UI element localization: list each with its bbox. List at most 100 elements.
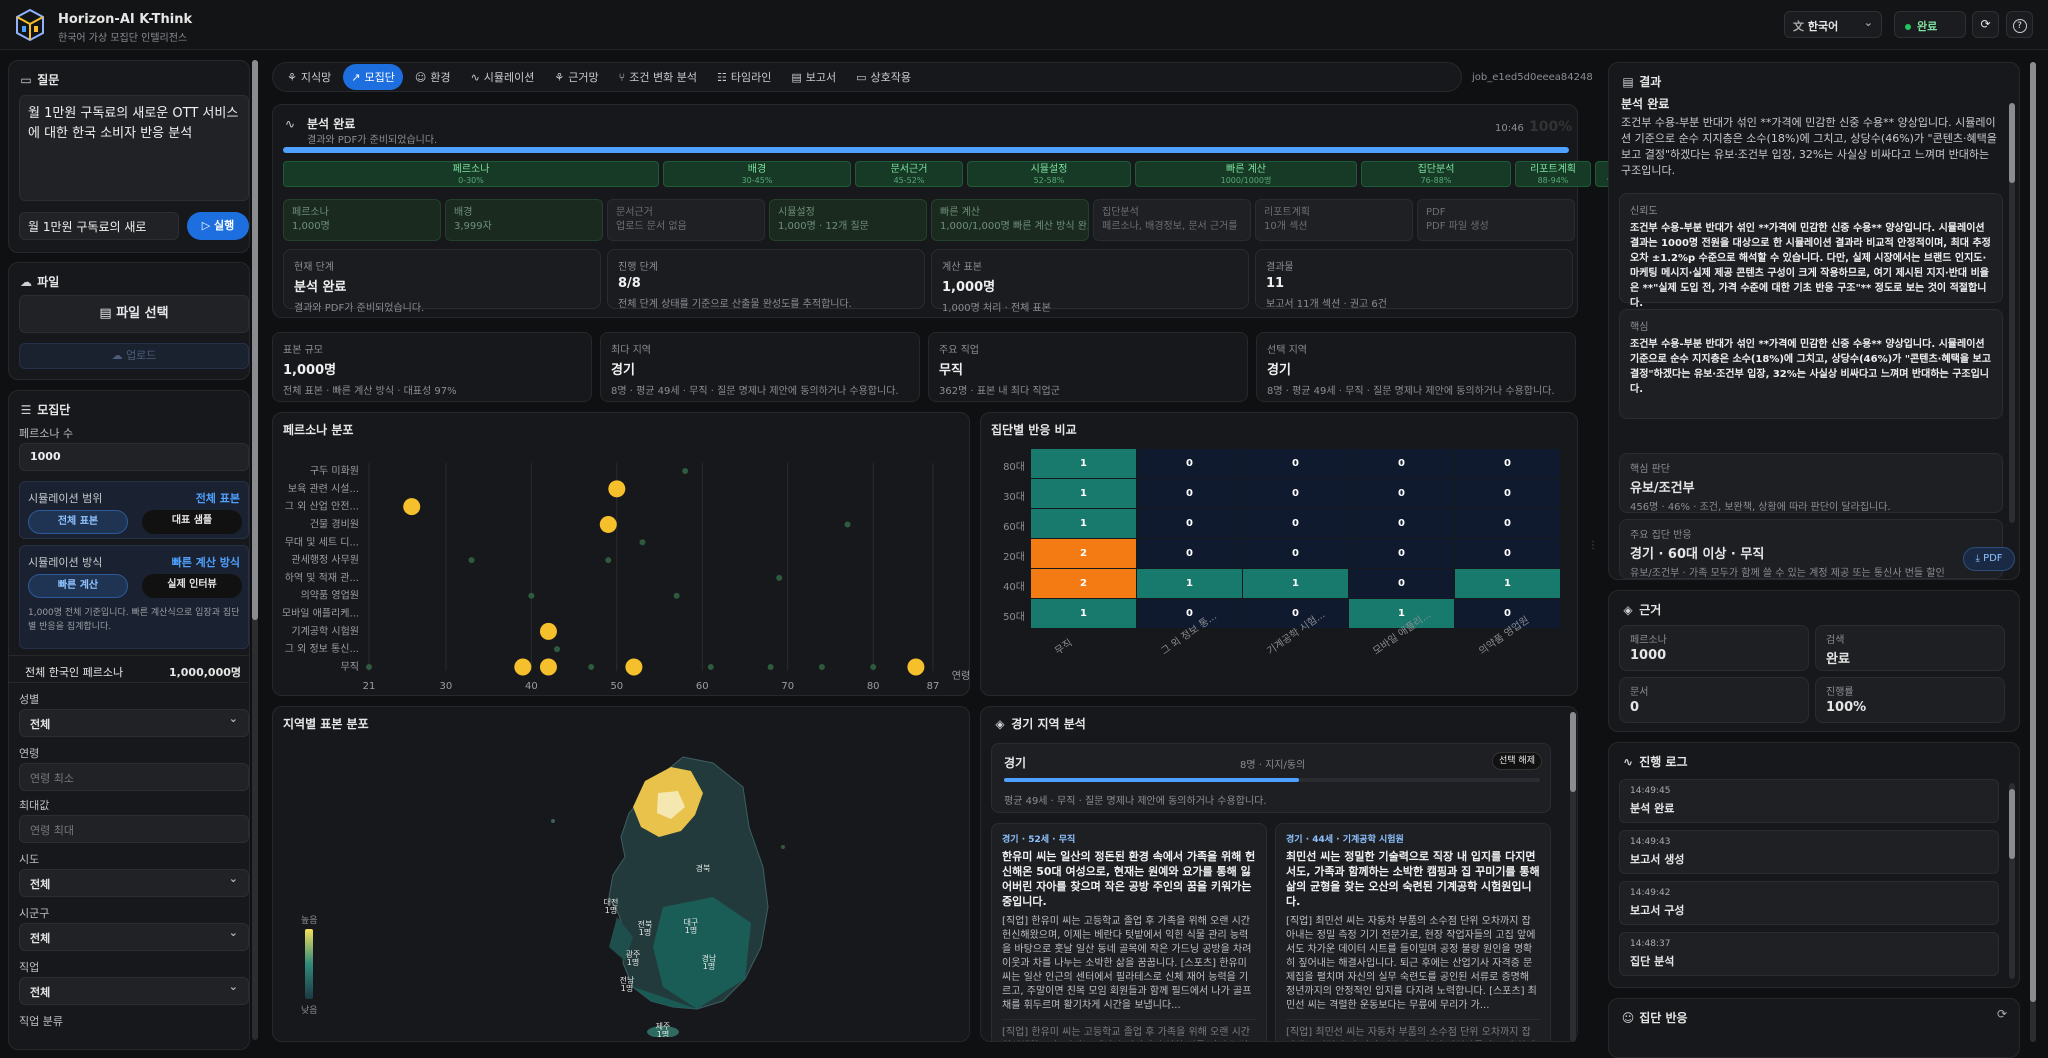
persona-card-1[interactable]: 경기 · 44세 · 기계공학 시험원 최민선 씨는 정밀한 기술력으로 직장 내… (1275, 823, 1551, 1041)
group-response-refresh-icon[interactable]: ⟳ (1997, 1007, 2007, 1021)
core-box: 핵심 조건부 수용-부분 반대가 섞인 **가격에 민감한 신중 수용** 양상… (1619, 309, 2003, 419)
evidence-item-0: 페르소나 1000 (1619, 625, 1809, 671)
group-reaction-box: 주요 집단 반응 경기 · 60대 이상 · 무직 유보/조건부 · 가족 모두… (1619, 519, 2003, 579)
tab-interaction[interactable]: ▭ 상호작용 (848, 64, 919, 90)
tab-knowledge[interactable]: ⚘ 지식망 (279, 64, 339, 90)
y-tick-label: 하역 및 적재 관... (285, 571, 359, 584)
judgement-value: 유보/조건부 (1630, 481, 1695, 496)
x-tick-label: 40 (525, 681, 538, 692)
region-analysis-title: 경기 지역 분석 (1011, 717, 1086, 731)
tab-simulation[interactable]: ∿ 시뮬레이션 (463, 64, 543, 90)
upload-button[interactable]: ☁ 업로드 (19, 343, 249, 369)
stage-label: 배경 (747, 164, 767, 175)
file-select-button[interactable]: ▤ 파일 선택 (19, 295, 249, 333)
status-kpi-0: 현재 단계 분석 완료 결과와 PDF가 준비되었습니다. (283, 249, 601, 314)
region-desc: 평균 49세 · 무직 · 질문 명제나 제안에 동의하거나 수용합니다. (1004, 796, 1267, 807)
job-select[interactable]: 전체 (19, 977, 249, 1005)
refresh-button[interactable]: ⟳ (1972, 11, 1999, 38)
age-max-input[interactable]: 연령 최대 (19, 815, 249, 843)
heatmap-cell: 0 (1349, 569, 1454, 598)
left-scrollbar[interactable] (252, 60, 258, 1040)
step-label: 페르소나 (292, 207, 329, 218)
kpi-title: 계산 표본 (942, 262, 982, 273)
method-interview-button[interactable]: 실제 인터뷰 (142, 574, 242, 598)
range-sample-button[interactable]: 대표 샘플 (142, 510, 242, 534)
tab-population[interactable]: ↗ 모집단 (343, 64, 403, 90)
x-tick-label: 80 (867, 681, 880, 692)
activity-icon: ∿ (470, 70, 480, 84)
y-tick-label: 그 외 정보 통신... (285, 643, 359, 655)
sigungu-select[interactable]: 전체 (19, 923, 249, 951)
kpi-title: 선택 지역 (1267, 345, 1307, 356)
center-scrollbar[interactable] (1570, 712, 1576, 1042)
scatter-point-large (539, 622, 557, 640)
question-textarea[interactable]: 월 1만원 구독료의 새로운 OTT 서비스에 대한 한국 소비자 반응 분석 (19, 95, 249, 201)
download-icon: ⤓ (1975, 553, 1980, 564)
kpi-title: 최다 지역 (611, 345, 651, 356)
kpi-desc: 8명 · 평균 49세 · 무직 · 질문 명제나 제안에 동의하거나 수용합니… (1267, 386, 1555, 397)
judgement-desc: 456명 · 46% · 조건, 보완책, 상황에 따라 판단이 달라집니다. (1630, 502, 1891, 513)
tab-report[interactable]: ▤ 보고서 (783, 64, 844, 90)
evidence-item-2: 문서 0 (1619, 677, 1809, 723)
sim-range-box: 시뮬레이션 범위 전체 표본 전체 표본 대표 샘플 (19, 481, 249, 539)
tab-label: 근거망 (568, 71, 599, 84)
gender-select[interactable]: 전체 (19, 709, 249, 737)
help-button[interactable]: ? (2006, 11, 2033, 38)
range-full-button[interactable]: 전체 표본 (28, 510, 128, 534)
tab-timeline[interactable]: ☷ 타임라인 (709, 64, 779, 90)
heatmap-cell: 0 (1137, 449, 1242, 478)
resize-handle-icon[interactable]: ⋮ (1588, 540, 1598, 551)
tab-label: 보고서 (805, 71, 837, 84)
app-title: Horizon-AI K-Think (58, 12, 193, 27)
heatmap-cell: 1 (1243, 569, 1348, 598)
language-select[interactable]: 文 한국어 ⌄ (1784, 11, 1882, 38)
tab-condition[interactable]: ⑂ 조건 변화 분석 (611, 64, 705, 90)
kpi-value: 무직 (939, 363, 963, 378)
sido-select[interactable]: 전체 (19, 869, 249, 897)
method-fast-button[interactable]: 빠른 계산 (28, 574, 128, 598)
stage-range: 1000/1000명 (1220, 176, 1272, 185)
group-reaction-value: 경기 · 60대 이상 · 무직 (1630, 547, 1765, 562)
evidence-label: 진행률 (1826, 687, 1854, 698)
log-scrollbar[interactable] (2009, 783, 2015, 979)
heatmap-cell: 1 (1137, 569, 1242, 598)
sigungu-label: 시군구 (19, 907, 50, 920)
clear-selection-button[interactable]: 선택 해제 (1492, 752, 1542, 770)
age-min-input[interactable]: 연령 최소 (19, 763, 249, 791)
stage-label: 시뮬설정 (1030, 164, 1068, 175)
scatter-point-large (539, 658, 557, 676)
summary-kpi-3: 선택 지역 경기 8명 · 평균 49세 · 무직 · 질문 명제나 제안에 동의하… (1256, 332, 1576, 402)
document-icon: ▤ (1622, 75, 1634, 89)
tab-environment[interactable]: ☺ 환경 (407, 64, 459, 90)
svg-text:1명: 1명 (605, 905, 617, 915)
svg-text:1명: 1명 (621, 983, 633, 993)
run-button[interactable]: ▷ 실행 (187, 212, 249, 240)
kpi-desc: 8명 · 평균 49세 · 무직 · 질문 명제나 제안에 동의하거나 수용합니… (611, 386, 899, 397)
heatmap-row-label: 50대 (1003, 612, 1025, 623)
question-input[interactable]: 월 1만원 구독료의 새로 (19, 212, 179, 240)
population-header-label: 모집단 (37, 403, 71, 417)
file-header: ☁ 파일 (19, 273, 59, 290)
file-header-label: 파일 (37, 275, 60, 289)
evidence-value: 0 (1630, 700, 1640, 715)
heatmap-cell: 0 (1455, 539, 1560, 568)
step-3: 시뮬설정 1,000명 · 12개 질문 (769, 199, 927, 241)
summary-kpi-0: 표본 규모 1,000명 전체 표본 · 빠른 계산 방식 · 대표성 97% (272, 332, 592, 402)
evidence-value: 1000 (1630, 648, 1667, 663)
persona-card-body: [직업] 한유미 씨는 고등학교 졸업 후 가족을 위해 오랜 시간 헌신해왔으… (1002, 916, 1252, 1011)
max-age-label: 최대값 (19, 799, 50, 812)
log-time: 14:48:37 (1630, 939, 1671, 949)
persona-card-body: [직업] 최민선 씨는 자동차 부품의 소수점 단위 오차까지 잡아내는 정밀 … (1286, 916, 1537, 1011)
tab-evidence[interactable]: ⚘ 근거망 (546, 64, 606, 90)
y-tick-label: 그 외 산업 안전... (285, 500, 359, 513)
sliders-icon: ☰ (20, 403, 32, 417)
file-panel: ☁ 파일 ▤ 파일 선택 ☁ 업로드 (8, 262, 250, 380)
persona-card-0[interactable]: 경기 · 52세 · 무직 한유미 씨는 일산의 정돈된 환경 속에서 가족을 위… (991, 823, 1267, 1041)
result-text: 조건부 수용-부분 반대가 섞인 **가격에 민감한 신중 수용** 양상입니다… (1621, 116, 1997, 177)
persona-count-input[interactable]: 1000 (19, 443, 249, 471)
right-scrollbar[interactable] (2030, 62, 2036, 1042)
result-scrollbar[interactable] (2009, 103, 2015, 523)
log-text: 분석 완료 (1630, 802, 1675, 815)
pulse-icon: ∿ (285, 117, 296, 131)
pdf-download-button[interactable]: ⤓ PDF (1963, 547, 2015, 571)
